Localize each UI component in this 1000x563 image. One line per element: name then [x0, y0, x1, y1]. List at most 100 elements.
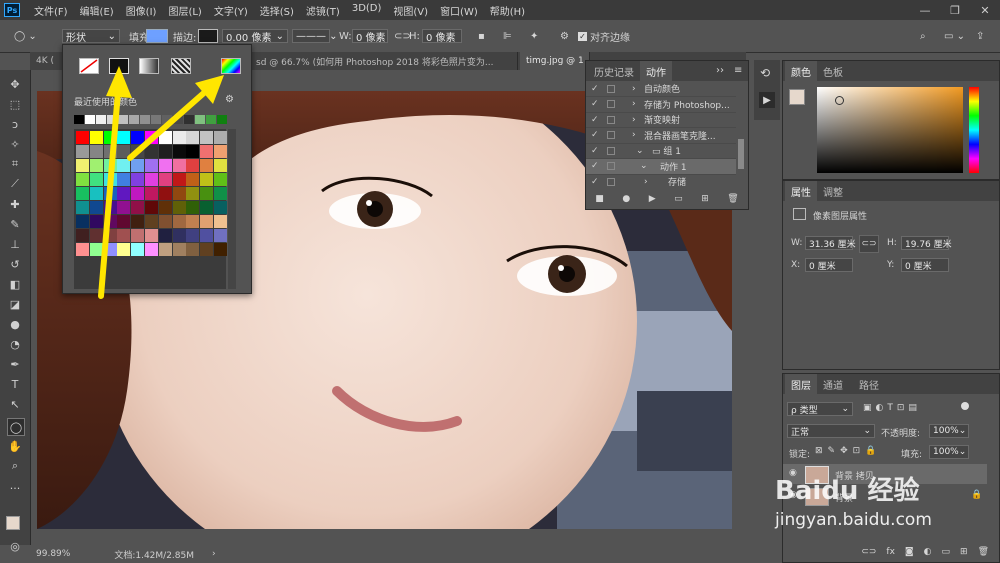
color-swatch[interactable] — [76, 145, 89, 158]
color-swatch[interactable] — [172, 173, 186, 186]
workspace-icon[interactable]: ▭ ⌄ — [944, 28, 965, 44]
color-swatch[interactable] — [214, 243, 227, 256]
link-layers-icon[interactable]: ⊂⊃ — [861, 547, 876, 557]
prop-x-field[interactable]: 0 厘米 — [805, 258, 853, 272]
path-operations-icon[interactable]: ▪ — [478, 28, 485, 44]
color-swatch[interactable] — [89, 215, 103, 228]
no-fill-button[interactable] — [79, 58, 99, 74]
fill-color-swatch[interactable] — [146, 29, 168, 43]
document-tab-3[interactable]: timg.jpg @ 1 — [520, 52, 590, 70]
eraser-tool-icon[interactable]: ◧ — [7, 276, 23, 292]
marquee-tool-icon[interactable]: ⬚ — [7, 96, 23, 112]
new-set-icon[interactable]: ▭ — [674, 194, 683, 204]
color-swatch[interactable] — [158, 215, 172, 228]
color-swatch[interactable] — [117, 215, 131, 228]
width-field[interactable]: 0 像素 — [352, 29, 388, 44]
action-dialog-toggle[interactable] — [607, 100, 615, 108]
color-swatch[interactable] — [103, 229, 117, 242]
recent-color-swatch[interactable] — [118, 115, 128, 124]
color-swatch[interactable] — [131, 229, 145, 242]
color-swatch[interactable] — [103, 187, 117, 200]
color-swatch[interactable] — [200, 201, 214, 214]
delete-icon[interactable]: 🗑 — [727, 194, 738, 204]
color-swatch[interactable] — [214, 173, 227, 186]
color-swatch[interactable] — [200, 187, 214, 200]
healing-brush-tool-icon[interactable]: ✚ — [7, 196, 23, 212]
stop-icon[interactable]: ■ — [595, 194, 604, 204]
delete-layer-icon[interactable]: 🗑 — [978, 547, 989, 557]
color-swatch[interactable] — [172, 215, 186, 228]
color-swatch[interactable] — [76, 187, 89, 200]
color-swatch[interactable] — [172, 145, 186, 158]
recent-color-swatch[interactable] — [206, 115, 216, 124]
color-swatch[interactable] — [89, 173, 103, 186]
color-swatch[interactable] — [89, 131, 103, 144]
color-swatch[interactable] — [145, 243, 158, 256]
action-row[interactable]: ✓ › 混合器画笔克隆... — [586, 128, 736, 144]
menu-item-7[interactable]: 3D(D) — [346, 3, 388, 18]
actions-dock-icon[interactable]: ▶ — [759, 92, 775, 108]
prop-height-field[interactable]: 19.76 厘米 — [901, 236, 952, 250]
tool-mode-select[interactable]: 形状 ⌄ — [62, 29, 120, 44]
menu-item-0[interactable]: 文件(F) — [28, 3, 74, 18]
share-icon[interactable]: ⇪ — [976, 28, 984, 44]
action-check-icon[interactable]: ✓ — [591, 130, 601, 140]
color-swatch[interactable] — [158, 145, 172, 158]
color-swatch[interactable] — [103, 243, 117, 256]
color-swatch[interactable] — [117, 201, 131, 214]
color-swatch[interactable] — [158, 201, 172, 214]
tab-adjustments[interactable]: 调整 — [817, 181, 849, 201]
tab-color[interactable]: 颜色 — [785, 61, 817, 81]
action-check-icon[interactable]: ✓ — [591, 115, 601, 125]
color-swatch[interactable] — [145, 131, 158, 144]
tab-actions[interactable]: 动作 — [640, 61, 672, 81]
color-swatch[interactable] — [103, 173, 117, 186]
blend-mode-select[interactable]: 正常 ⌄ — [787, 424, 875, 438]
recent-color-swatch[interactable] — [85, 115, 95, 124]
color-swatch[interactable] — [145, 173, 158, 186]
recent-color-swatch[interactable] — [184, 115, 194, 124]
color-swatch[interactable] — [103, 201, 117, 214]
expand-chevron-icon[interactable]: › — [632, 99, 636, 109]
history-brush-tool-icon[interactable]: ↺ — [7, 256, 23, 272]
color-swatch[interactable] — [214, 159, 227, 172]
action-row[interactable]: ✓ › 自动颜色 — [586, 81, 736, 97]
menu-item-1[interactable]: 编辑(E) — [74, 3, 120, 18]
color-swatch[interactable] — [117, 173, 131, 186]
color-swatch[interactable] — [131, 243, 145, 256]
swatch-settings-gear-icon[interactable]: ⚙ — [225, 94, 234, 105]
brush-tool-icon[interactable]: ✎ — [7, 216, 23, 232]
color-swatch[interactable] — [200, 229, 214, 242]
action-row[interactable]: ✓ › 渐变映射 — [586, 112, 736, 128]
move-tool-icon[interactable]: ✥ — [7, 76, 23, 92]
color-swatch[interactable] — [172, 159, 186, 172]
layer-filter-icons[interactable]: ▣◐T⊡▤ — [863, 403, 921, 413]
action-dialog-toggle[interactable] — [607, 146, 615, 155]
color-swatch[interactable] — [214, 131, 227, 144]
color-swatch[interactable] — [186, 131, 200, 144]
color-swatch[interactable] — [158, 187, 172, 200]
gradient-fill-button[interactable] — [139, 58, 159, 74]
height-field[interactable]: 0 像素 — [422, 29, 462, 44]
color-swatch[interactable] — [117, 229, 131, 242]
menu-item-3[interactable]: 图层(L) — [162, 3, 207, 18]
minimize-button[interactable]: — — [910, 0, 940, 20]
color-swatch[interactable] — [186, 145, 200, 158]
recent-color-swatch[interactable] — [195, 115, 205, 124]
color-swatch[interactable] — [103, 131, 117, 144]
tab-layers[interactable]: 图层 — [785, 374, 817, 394]
color-swatch[interactable] — [200, 243, 214, 256]
color-swatch[interactable] — [200, 145, 214, 158]
foreground-color-swatch[interactable] — [6, 516, 20, 530]
color-swatch[interactable] — [76, 159, 89, 172]
color-swatch[interactable] — [186, 215, 200, 228]
stroke-color-swatch[interactable] — [198, 29, 218, 43]
color-swatch[interactable] — [158, 229, 172, 242]
color-swatch[interactable] — [186, 173, 200, 186]
expand-chevron-icon[interactable]: › — [632, 130, 636, 140]
close-button[interactable]: ✕ — [970, 0, 1000, 20]
history-dock-icon[interactable]: ⟲ — [760, 66, 770, 80]
expand-chevron-icon[interactable]: ⌄ — [636, 146, 644, 156]
recent-color-swatch[interactable] — [162, 115, 172, 124]
color-swatch[interactable] — [186, 201, 200, 214]
